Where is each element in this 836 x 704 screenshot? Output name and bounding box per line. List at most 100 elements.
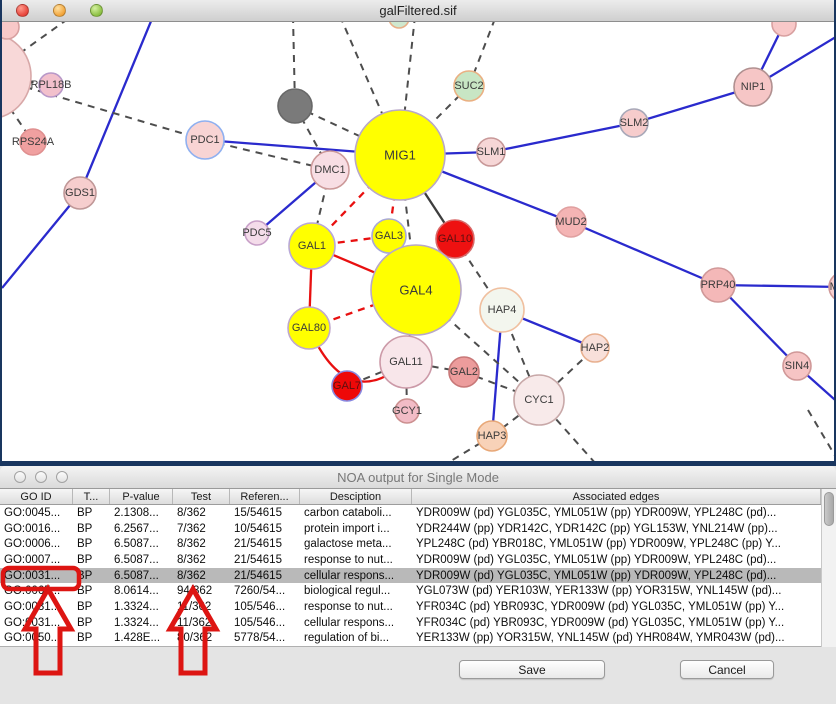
node-hap3[interactable]: HAP3 — [477, 421, 507, 451]
cell-ref: 105/546... — [230, 601, 300, 613]
table-row[interactable]: GO:0045...BP2.1308...8/36215/54615carbon… — [0, 505, 836, 521]
table-row[interactable]: GO:0031...BP1.3324...11/362105/546...cel… — [0, 615, 836, 631]
node-rpl18b[interactable]: RPL18B — [31, 73, 72, 97]
close-button[interactable] — [16, 4, 29, 17]
column-header-desc[interactable]: Desciption — [300, 489, 412, 504]
node-topmid[interactable] — [389, 22, 409, 28]
network-edge[interactable] — [571, 222, 718, 285]
node-mud2[interactable]: MUD2 — [555, 207, 586, 237]
cell-go: GO:0007... — [0, 554, 73, 566]
table-row[interactable]: GO:0006...BP6.5087...8/36221/54615galact… — [0, 536, 836, 552]
node-label: GCY1 — [392, 405, 422, 417]
save-button[interactable]: Save — [459, 660, 605, 679]
network-window: galFiltered.sif RPL18B RPS24A GDS1 PDC1 DMC1… — [2, 0, 834, 461]
cell-test: 11/362 — [173, 617, 230, 629]
node-label: HAP3 — [478, 430, 507, 442]
cell-type: BP — [73, 617, 110, 629]
node-gal2[interactable]: GAL2 — [449, 357, 479, 387]
node-dmc1[interactable]: DMC1 — [311, 151, 349, 189]
cell-p: 6.5087... — [110, 554, 173, 566]
node-suc2[interactable]: SUC2 — [454, 71, 484, 101]
node-bigleft[interactable] — [2, 33, 31, 119]
network-edge[interactable] — [2, 193, 80, 288]
cell-p: 6.2567... — [110, 523, 173, 535]
node-label: CYC1 — [524, 394, 553, 406]
node-label: SUC2 — [454, 80, 483, 92]
node-gal1[interactable]: GAL1 — [289, 223, 335, 269]
cell-edges: YDR009W (pd) YGL035C, YML051W (pp) YDR00… — [412, 570, 821, 582]
column-header-type[interactable]: T... — [73, 489, 110, 504]
noa-window-titlebar[interactable]: NOA output for Single Mode — [0, 466, 836, 489]
network-canvas[interactable]: RPL18B RPS24A GDS1 PDC1 DMC1 MIG1 SUC2 SLM1 SLM2… — [2, 22, 834, 461]
cell-desc: response to nut... — [300, 554, 412, 566]
node-label: MUD2 — [555, 216, 586, 228]
cell-go: GO:0016... — [0, 523, 73, 535]
cell-desc: carbon cataboli... — [300, 507, 412, 519]
table-row[interactable]: GO:0007...BP6.5087...8/36221/54615respon… — [0, 552, 836, 568]
cell-desc: cellular respons... — [300, 617, 412, 629]
node-label: GAL80 — [292, 322, 326, 334]
column-header-ref[interactable]: Referen... — [230, 489, 300, 504]
cell-desc: cellular respons... — [300, 570, 412, 582]
node-gal80[interactable]: GAL80 — [288, 307, 330, 349]
node-slm2[interactable]: SLM2 — [620, 109, 649, 137]
network-edge[interactable] — [491, 123, 634, 152]
cell-go: GO:0065... — [0, 585, 73, 597]
node-nip1[interactable]: NIP1 — [734, 68, 772, 106]
table-row[interactable]: GO:0065...BP8.0614...94/3627260/54...bio… — [0, 583, 836, 599]
network-window-titlebar[interactable]: galFiltered.sif — [2, 0, 834, 22]
node-corner[interactable] — [2, 22, 19, 39]
node-topright[interactable] — [772, 22, 796, 36]
cell-desc: galactose meta... — [300, 538, 412, 550]
node-prp40[interactable]: PRP40 — [701, 268, 736, 302]
cell-type: BP — [73, 632, 110, 644]
table-row[interactable]: GO:0050...BP1.428E...80/3625778/54...reg… — [0, 631, 836, 647]
cell-ref: 15/54615 — [230, 507, 300, 519]
node-label: GAL3 — [375, 230, 403, 242]
node-slm1[interactable]: SLM1 — [477, 138, 506, 166]
node-sin4[interactable]: SIN4 — [783, 352, 811, 380]
scrollbar-thumb[interactable] — [824, 492, 834, 526]
table-row[interactable]: GO:0031...BP6.5087...8/36221/54615cellul… — [0, 568, 836, 584]
node-label: MIG1 — [384, 148, 416, 163]
column-header-p[interactable]: P-value — [110, 489, 173, 504]
cancel-button[interactable]: Cancel — [680, 660, 774, 679]
vertical-scrollbar[interactable] — [821, 489, 836, 647]
node-cyc1[interactable]: CYC1 — [514, 375, 564, 425]
node-hap2[interactable]: HAP2 — [581, 334, 610, 362]
node-gcy1[interactable]: GCY1 — [392, 399, 422, 423]
node-gray[interactable] — [278, 89, 312, 123]
network-edge[interactable] — [80, 22, 154, 193]
node-gds1[interactable]: GDS1 — [64, 177, 96, 209]
node-gal4[interactable]: GAL4 — [371, 245, 461, 335]
zoom-button[interactable] — [90, 4, 103, 17]
minimize-button[interactable] — [53, 4, 66, 17]
node-hap4[interactable]: HAP4 — [480, 288, 524, 332]
cell-test: 7/362 — [173, 523, 230, 535]
column-header-test[interactable]: Test — [173, 489, 230, 504]
table-row[interactable]: GO:0016...BP6.2567...7/36210/54615protei… — [0, 521, 836, 537]
cell-go: GO:0031... — [0, 601, 73, 613]
cell-p: 1.428E... — [110, 632, 173, 644]
node-mig1[interactable]: MIG1 — [355, 110, 445, 200]
zoom-button[interactable] — [56, 471, 68, 483]
node-gal7[interactable]: GAL7 — [332, 371, 362, 401]
table-row[interactable]: GO:0031...BP1.3324...11/362105/546...res… — [0, 599, 836, 615]
node-gal11[interactable]: GAL11 — [380, 336, 432, 388]
node-label: GAL2 — [450, 366, 478, 378]
node-rps24a[interactable]: RPS24A — [12, 129, 55, 155]
cell-test: 8/362 — [173, 507, 230, 519]
cell-ref: 105/546... — [230, 617, 300, 629]
node-label: NIP1 — [741, 81, 765, 93]
network-edge[interactable] — [808, 410, 834, 461]
cell-edges: YDR009W (pd) YGL035C, YML051W (pp) YDR00… — [412, 554, 821, 566]
minimize-button[interactable] — [35, 471, 47, 483]
node-label: HAP2 — [581, 342, 610, 354]
cell-test: 11/362 — [173, 601, 230, 613]
close-button[interactable] — [14, 471, 26, 483]
cell-test: 94/362 — [173, 585, 230, 597]
node-msl1[interactable]: MSL1 — [829, 272, 834, 302]
column-header-go[interactable]: GO ID — [0, 489, 73, 504]
column-header-edges[interactable]: Associated edges — [412, 489, 821, 504]
node-pdc1[interactable]: PDC1 — [186, 121, 224, 159]
